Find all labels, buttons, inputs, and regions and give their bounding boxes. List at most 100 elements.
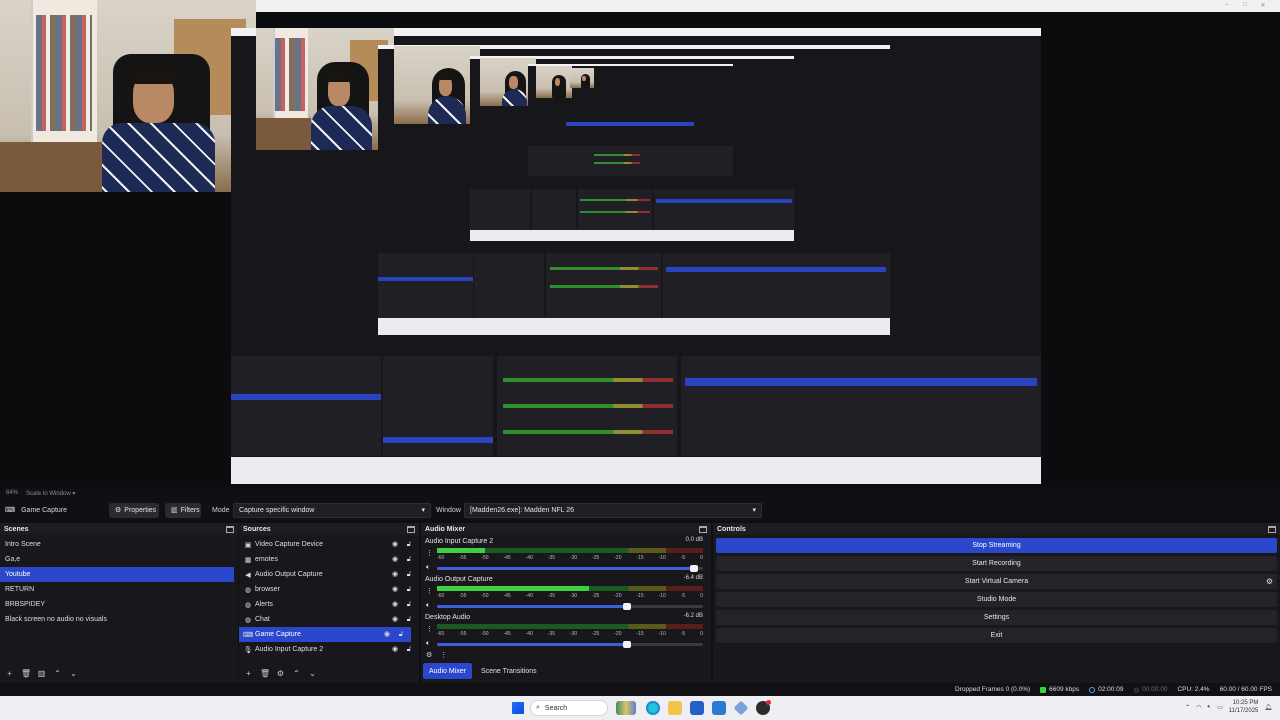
undock-icon[interactable] bbox=[699, 525, 707, 533]
eye-icon[interactable]: ◉ bbox=[391, 646, 399, 654]
outlook-icon[interactable] bbox=[712, 701, 726, 715]
source-item[interactable]: ◍ browser ◉ 🔓︎ bbox=[239, 582, 419, 597]
trash-icon[interactable]: 🗑 bbox=[260, 669, 270, 678]
more-icon[interactable]: ⋮ bbox=[426, 549, 433, 557]
gear-icon[interactable]: ⚙ bbox=[276, 669, 285, 678]
taskbar-search[interactable]: ⌕ Search bbox=[530, 700, 608, 716]
preview-canvas[interactable]: – □ ✕ bbox=[0, 0, 1280, 487]
chevron-up-icon[interactable]: ⌃ bbox=[1185, 704, 1190, 711]
lock-icon[interactable]: 🔓︎ bbox=[405, 556, 413, 564]
volume-slider[interactable] bbox=[437, 603, 703, 610]
scene-item[interactable]: Intro Scene bbox=[0, 537, 238, 552]
lock-icon[interactable]: 🔓︎ bbox=[405, 586, 413, 594]
more-icon[interactable]: ⋮ bbox=[426, 587, 433, 595]
stop-streaming-button[interactable]: Stop Streaming bbox=[716, 538, 1277, 553]
mode-select[interactable]: Capture specific window ▾ bbox=[233, 502, 431, 518]
exit-button[interactable]: Exit bbox=[716, 628, 1277, 643]
lock-icon[interactable]: 🔓︎ bbox=[405, 601, 413, 609]
lock-icon[interactable]: 🔓︎ bbox=[405, 571, 413, 579]
filter-icon: ▥ bbox=[171, 507, 178, 514]
source-item[interactable]: ▣ Video Capture Device ◉ 🔓︎ bbox=[239, 537, 419, 552]
volume-knob[interactable] bbox=[689, 565, 698, 572]
scene-label: Intro Scene bbox=[5, 541, 41, 548]
volume-slider[interactable] bbox=[437, 565, 703, 572]
scene-item[interactable]: Ga,e bbox=[0, 552, 238, 567]
gear-icon[interactable]: ⚙ bbox=[426, 651, 432, 659]
trash-icon[interactable]: 🗑 bbox=[21, 669, 31, 678]
clock[interactable]: 10:25 PM 11/17/2025 bbox=[1229, 699, 1259, 715]
eye-icon[interactable]: ◉ bbox=[391, 586, 399, 594]
chevron-down-icon[interactable]: ⌄ bbox=[69, 669, 78, 678]
scale-tick: -20 bbox=[614, 555, 622, 561]
more-icon[interactable]: ⋮ bbox=[426, 625, 433, 633]
obs-icon[interactable] bbox=[756, 700, 771, 715]
volume-icon[interactable]: 🔈︎ bbox=[1208, 704, 1212, 711]
add-icon[interactable]: + bbox=[5, 669, 14, 678]
scene-item[interactable]: Youtube bbox=[0, 567, 234, 582]
widgets-icon[interactable] bbox=[616, 701, 636, 715]
eye-icon[interactable]: ◉ bbox=[391, 556, 399, 564]
chevron-up-icon[interactable]: ⌃ bbox=[53, 669, 62, 678]
scale-tick: 0 bbox=[700, 555, 703, 561]
eye-icon[interactable]: ◉ bbox=[391, 541, 399, 549]
chevron-up-icon[interactable]: ⌃ bbox=[292, 669, 301, 678]
scene-item[interactable]: RETURN bbox=[0, 582, 238, 597]
tab-audio-mixer[interactable]: Audio Mixer bbox=[423, 663, 472, 679]
source-item[interactable]: ◍ Chat ◉ 🔓︎ bbox=[239, 612, 419, 627]
battery-icon[interactable]: ▭ bbox=[1217, 704, 1223, 711]
sources-title: Sources bbox=[243, 525, 271, 533]
undock-icon[interactable] bbox=[226, 525, 234, 533]
wifi-icon[interactable]: ◠ bbox=[1196, 704, 1201, 711]
lock-icon[interactable]: 🔓︎ bbox=[405, 541, 413, 549]
eye-icon[interactable]: ◉ bbox=[383, 631, 391, 639]
eye-icon[interactable]: ◉ bbox=[391, 601, 399, 609]
windows-start-icon[interactable] bbox=[512, 702, 524, 714]
scene-item[interactable]: BRBSPIDEY bbox=[0, 597, 238, 612]
properties-button[interactable]: ⚙ Properties bbox=[109, 502, 159, 518]
mixer-tabs: Audio Mixer Scene Transitions bbox=[421, 663, 543, 679]
speaker-icon[interactable]: 🔈︎ bbox=[426, 602, 430, 610]
start-virtual-camera-button[interactable]: Start Virtual Camera ⚙ bbox=[716, 574, 1277, 589]
volume-slider[interactable] bbox=[437, 641, 703, 648]
lock-icon[interactable]: 🔓︎ bbox=[405, 646, 413, 654]
file-explorer-icon[interactable] bbox=[668, 701, 682, 715]
speaker-icon[interactable]: 🔈︎ bbox=[426, 564, 430, 572]
search-placeholder: Search bbox=[544, 704, 568, 712]
properties-label: Properties bbox=[124, 506, 157, 514]
volume-knob[interactable] bbox=[623, 641, 632, 648]
eye-icon[interactable]: ◉ bbox=[391, 571, 399, 579]
source-context-bar: ⌨ Game Capture ⚙ Properties ▥ Filters Mo… bbox=[0, 500, 1280, 520]
settings-button[interactable]: Settings bbox=[716, 610, 1277, 625]
lock-icon[interactable]: 🔓︎ bbox=[405, 616, 413, 624]
chevron-down-icon[interactable]: ⌄ bbox=[308, 669, 317, 678]
window-select[interactable]: [Madden26.exe]: Madden NFL 26 ▾ bbox=[464, 502, 762, 518]
source-item[interactable]: 🎙︎ Audio Input Capture 2 ◉ 🔓︎ bbox=[239, 642, 419, 657]
volume-knob[interactable] bbox=[623, 603, 632, 610]
studio-mode-button[interactable]: Studio Mode bbox=[716, 592, 1277, 607]
source-item[interactable]: ⌨ Game Capture ◉ 🔓︎ bbox=[239, 627, 411, 642]
clock-time: 10:25 PM bbox=[1232, 700, 1259, 706]
app-icon[interactable] bbox=[733, 700, 749, 716]
channel-name: Desktop Audio bbox=[425, 614, 471, 621]
source-item[interactable]: ◍ Alerts ◉ 🔓︎ bbox=[239, 597, 419, 612]
undock-icon[interactable] bbox=[407, 525, 415, 533]
speaker-icon[interactable]: 🔈︎ bbox=[426, 640, 430, 648]
edge-browser-icon[interactable] bbox=[646, 701, 660, 715]
tab-scene-transitions[interactable]: Scene Transitions bbox=[475, 663, 543, 679]
preview-scale-bar: 84% Scale to Window ▾ bbox=[0, 487, 1280, 499]
source-item[interactable]: ◀ Audio Output Capture ◉ 🔓︎ bbox=[239, 567, 419, 582]
start-recording-button[interactable]: Start Recording bbox=[716, 556, 1277, 571]
scale-mode-select[interactable]: Scale to Window ▾ bbox=[26, 490, 75, 497]
source-item[interactable]: ▦ emotes ◉ 🔓︎ bbox=[239, 552, 419, 567]
gear-icon[interactable]: ⚙ bbox=[1266, 577, 1273, 586]
notification-icon[interactable]: 🔔︎ bbox=[1264, 704, 1272, 711]
eye-icon[interactable]: ◉ bbox=[391, 616, 399, 624]
add-icon[interactable]: + bbox=[244, 669, 253, 678]
undock-icon[interactable] bbox=[1268, 525, 1276, 533]
store-icon[interactable] bbox=[690, 701, 704, 715]
lock-icon[interactable]: 🔓︎ bbox=[397, 631, 405, 639]
more-icon[interactable]: ⋮ bbox=[440, 651, 447, 659]
filters-button[interactable]: ▥ Filters bbox=[165, 502, 201, 518]
scene-item[interactable]: Black screen no audio no visuals bbox=[0, 612, 238, 627]
filter-icon[interactable]: ▥ bbox=[37, 669, 46, 678]
